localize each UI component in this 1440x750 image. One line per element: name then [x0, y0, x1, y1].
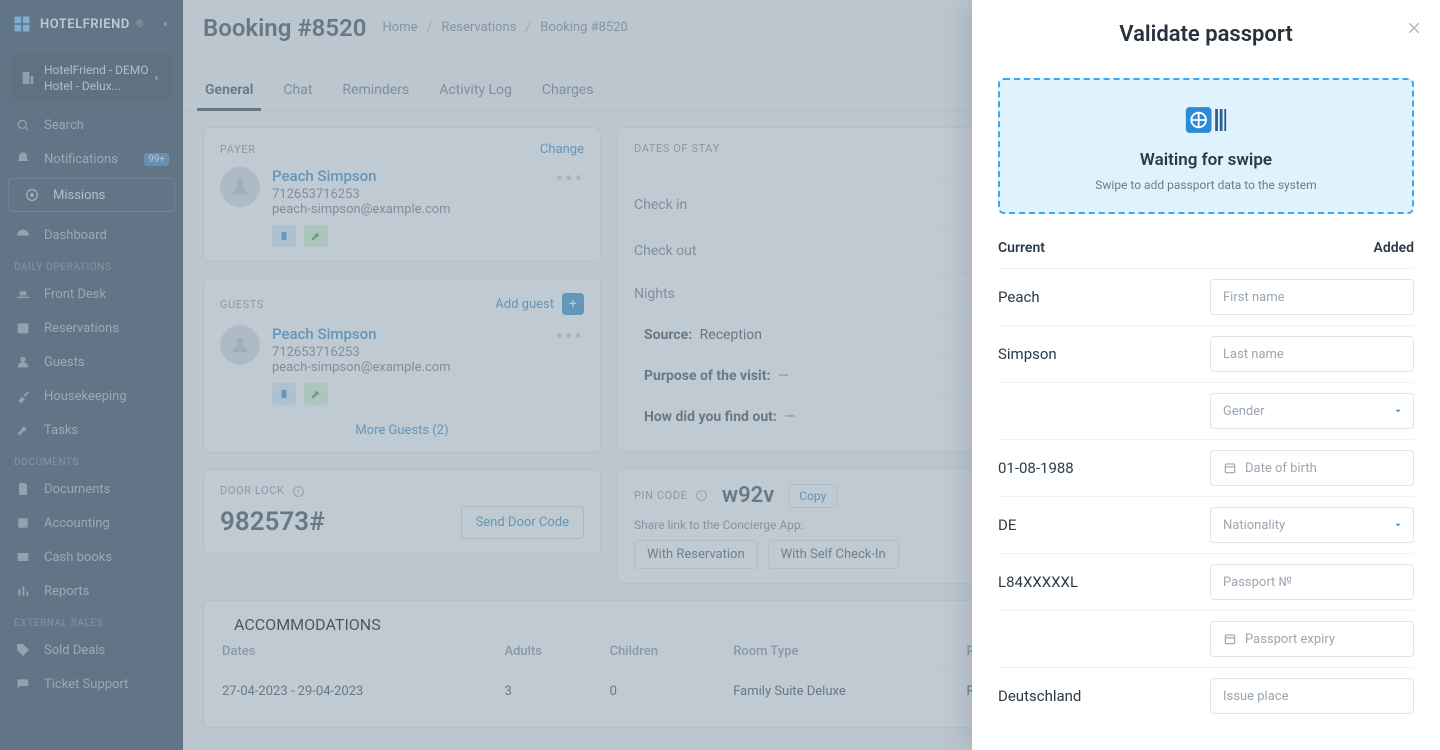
issue-place-input[interactable] — [1210, 678, 1414, 714]
form-header: Current Added — [998, 230, 1414, 269]
swipe-title: Waiting for swipe — [1140, 150, 1272, 170]
panel-title: Validate passport — [1119, 22, 1292, 47]
panel-header: Validate passport — [972, 0, 1440, 68]
dob-input[interactable]: Date of birth — [1210, 450, 1414, 486]
chevron-down-icon — [1393, 520, 1403, 530]
passport-number-input[interactable] — [1210, 564, 1414, 600]
close-icon[interactable] — [1406, 20, 1422, 36]
chevron-down-icon — [1393, 406, 1403, 416]
current-nationality: DE — [998, 516, 1188, 534]
current-passport: L84XXXXXL — [998, 573, 1188, 591]
calendar-icon — [1223, 461, 1237, 475]
th-current: Current — [998, 240, 1045, 256]
validate-passport-panel: Validate passport Waiting for swipe Swip… — [972, 0, 1440, 750]
swipe-subtitle: Swipe to add passport data to the system — [1095, 178, 1316, 192]
first-name-input[interactable] — [1210, 279, 1414, 315]
swipe-banner: Waiting for swipe Swipe to add passport … — [998, 78, 1414, 214]
dob-placeholder: Date of birth — [1245, 461, 1317, 476]
passport-form: Current Added Peach Simpson Gender 01-08… — [998, 230, 1414, 724]
expiry-placeholder: Passport expiry — [1245, 632, 1335, 647]
nationality-placeholder: Nationality — [1223, 518, 1285, 533]
gender-placeholder: Gender — [1223, 404, 1265, 419]
current-last-name: Simpson — [998, 345, 1188, 363]
last-name-input[interactable] — [1210, 336, 1414, 372]
current-issue-place: Deutschland — [998, 687, 1188, 705]
current-dob: 01-08-1988 — [998, 459, 1188, 477]
calendar-icon — [1223, 632, 1237, 646]
passport-scan-icon — [1184, 98, 1228, 142]
current-first-name: Peach — [998, 288, 1188, 306]
th-added: Added — [1373, 240, 1414, 256]
gender-select[interactable]: Gender — [1210, 393, 1414, 429]
nationality-select[interactable]: Nationality — [1210, 507, 1414, 543]
passport-expiry-input[interactable]: Passport expiry — [1210, 621, 1414, 657]
